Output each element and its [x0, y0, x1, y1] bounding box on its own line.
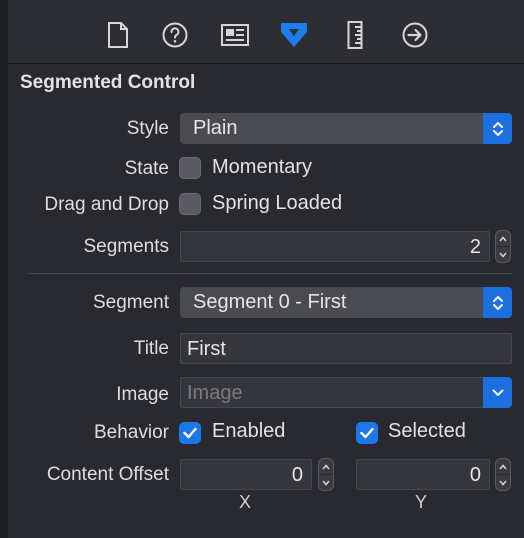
image-placeholder: Image	[187, 382, 243, 404]
section-divider	[27, 273, 513, 274]
behavior-label: Behavior	[94, 422, 169, 443]
section-title: Segmented Control	[20, 72, 196, 93]
style-popup[interactable]: Plain	[180, 113, 512, 144]
up-down-chevron-icon	[483, 287, 512, 318]
segments-field[interactable]: 2	[180, 231, 490, 262]
up-down-chevron-icon	[483, 113, 512, 144]
content-offset-x-field[interactable]: 0	[180, 459, 312, 490]
segment-popup[interactable]: Segment 0 - First	[180, 287, 512, 318]
chevron-down-icon	[483, 377, 512, 408]
tab-file-inspector[interactable]	[103, 20, 133, 50]
state-label: State	[124, 158, 169, 179]
content-offset-y-field[interactable]: 0	[356, 459, 490, 490]
title-value: First	[187, 338, 226, 360]
left-edge	[0, 0, 8, 538]
title-label: Title	[133, 338, 169, 359]
chevron-up-icon[interactable]	[496, 231, 510, 247]
segments-label: Segments	[83, 236, 169, 257]
spring-loaded-checkbox[interactable]	[179, 193, 201, 215]
chevron-down-icon[interactable]	[496, 475, 510, 490]
inspector-tab-bar	[8, 0, 524, 64]
tab-connections-inspector[interactable]	[400, 20, 430, 50]
checkmark-icon	[360, 427, 374, 439]
enabled-checkbox[interactable]	[179, 422, 201, 444]
title-field[interactable]: First	[180, 333, 512, 364]
momentary-checkbox[interactable]	[179, 157, 201, 179]
style-value: Plain	[193, 117, 238, 139]
segments-stepper[interactable]	[495, 230, 511, 263]
chevron-up-icon[interactable]	[319, 459, 333, 475]
segment-label: Segment	[92, 292, 169, 313]
chevron-down-icon[interactable]	[496, 247, 510, 262]
content-offset-y-stepper[interactable]	[495, 458, 511, 491]
chevron-down-icon[interactable]	[319, 475, 333, 490]
arrow-circle-icon	[402, 22, 428, 48]
x-caption: X	[239, 492, 252, 512]
tab-size-inspector[interactable]	[340, 20, 370, 50]
content-offset-y-value: 0	[469, 464, 481, 486]
selected-label: Selected	[388, 420, 466, 442]
tab-attributes-inspector[interactable]	[279, 20, 309, 50]
checkmark-icon	[183, 427, 197, 439]
chevron-up-icon[interactable]	[496, 459, 510, 475]
style-label: Style	[126, 118, 169, 139]
selected-checkbox[interactable]	[356, 422, 378, 444]
document-icon	[108, 22, 128, 48]
segments-value: 2	[469, 236, 481, 258]
content-offset-label: Content Offset	[46, 464, 169, 485]
content-offset-x-value: 0	[291, 464, 303, 486]
momentary-label: Momentary	[212, 156, 313, 178]
content-offset-x-stepper[interactable]	[318, 458, 334, 491]
segment-value: Segment 0 - First	[193, 291, 347, 313]
image-dropdown-button[interactable]	[483, 377, 512, 408]
spring-loaded-label: Spring Loaded	[212, 192, 343, 214]
attributes-icon	[281, 23, 307, 47]
ruler-icon	[347, 21, 363, 49]
tab-quick-help[interactable]	[160, 20, 190, 50]
enabled-label: Enabled	[212, 420, 286, 442]
question-mark-icon	[162, 22, 188, 48]
image-label: Image	[116, 384, 169, 405]
y-caption: Y	[415, 492, 428, 512]
tab-identity-inspector[interactable]	[220, 20, 250, 50]
drag-and-drop-label: Drag and Drop	[44, 194, 169, 215]
image-combo-field[interactable]: Image	[180, 377, 484, 408]
identity-card-icon	[221, 24, 249, 46]
